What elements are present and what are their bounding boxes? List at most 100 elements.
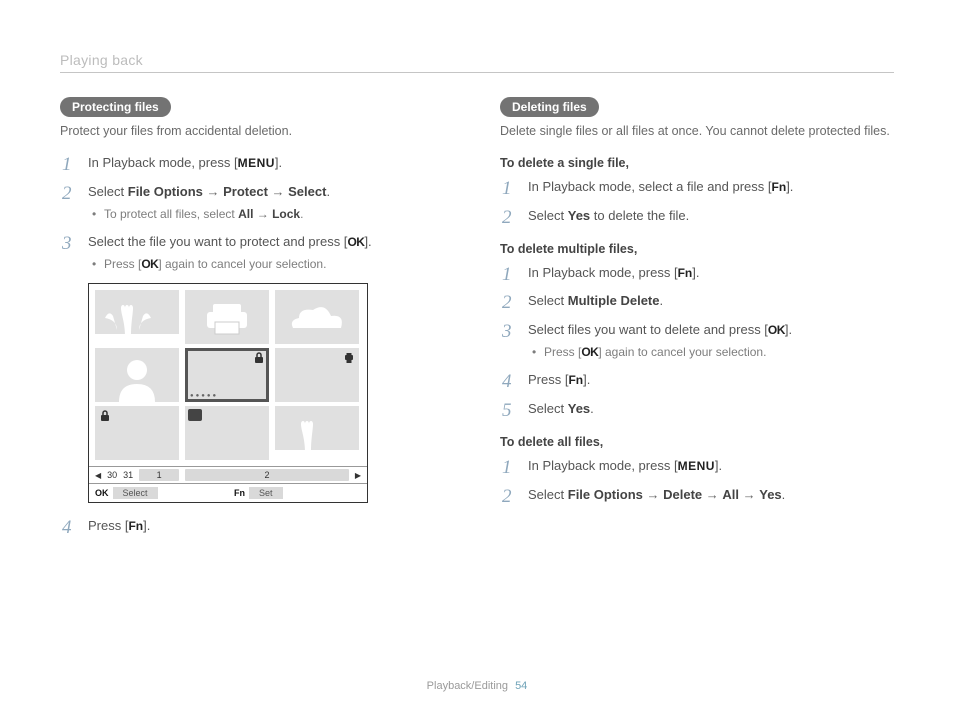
subheading-multiple: To delete multiple files,	[500, 242, 894, 256]
fn-key: Fn	[234, 488, 245, 498]
text: Select the file you want to protect and …	[88, 234, 347, 249]
text: Press [	[528, 372, 568, 387]
menu-key: MENU	[678, 459, 715, 473]
footer-section: Playback/Editing	[427, 680, 508, 692]
bold: All	[238, 207, 253, 221]
thumbnail	[95, 406, 179, 460]
text: ].	[786, 179, 793, 194]
bold: File Options	[568, 487, 643, 502]
step-number: 1	[62, 151, 72, 179]
text: ].	[692, 265, 699, 280]
text: ] again to cancel your selection.	[158, 257, 326, 271]
text: Press [	[88, 518, 128, 533]
portrait-icon	[95, 348, 179, 402]
step-4: 4 Press [Fn].	[500, 371, 894, 390]
step-2: 2 Select Multiple Delete.	[500, 292, 894, 311]
step-3: 3 Select the file you want to protect an…	[60, 233, 454, 273]
arrow: →	[253, 207, 272, 221]
bold: Protect	[223, 184, 268, 199]
step-number: 1	[502, 175, 512, 203]
ok-key: OK	[768, 323, 785, 337]
dots-icon: ●●●●●	[190, 393, 218, 399]
text: to delete the file.	[590, 208, 689, 223]
bold: Lock	[272, 207, 300, 221]
left-column: Protecting files Protect your files from…	[60, 97, 454, 546]
step-2: 2 Select File Options → Protect → Select…	[60, 183, 454, 223]
arrow: →	[268, 184, 288, 199]
section-pill-deleting: Deleting files	[500, 97, 599, 117]
step-2: 2 Select File Options → Delete → All → Y…	[500, 486, 894, 505]
step-1: 1 In Playback mode, press [MENU].	[60, 154, 454, 173]
sub-item: Press [OK] again to cancel your selectio…	[90, 256, 454, 273]
text: ].	[275, 155, 282, 170]
two-columns: Protecting files Protect your files from…	[60, 97, 894, 546]
label: Select	[113, 487, 158, 499]
arrow: →	[739, 487, 759, 502]
step-number: 3	[62, 230, 72, 258]
subheading-single: To delete a single file,	[500, 156, 894, 170]
bold: File Options	[128, 184, 203, 199]
bar-set: Fn Set	[228, 484, 367, 502]
text: To protect all files, select	[104, 207, 238, 221]
step-number: 5	[502, 397, 512, 425]
section-pill-protecting: Protecting files	[60, 97, 171, 117]
thumbnail	[185, 290, 269, 344]
bold: All	[722, 487, 739, 502]
fn-key: Fn	[128, 519, 143, 533]
next-icon: ▶	[355, 471, 361, 480]
step-number: 2	[62, 180, 72, 208]
step-number: 1	[502, 261, 512, 289]
text: Select	[528, 208, 568, 223]
text: Press [	[544, 345, 581, 359]
step-number: 2	[502, 289, 512, 317]
lock-icon	[253, 352, 265, 364]
text: ].	[364, 234, 371, 249]
intro-text: Protect your files from accidental delet…	[60, 123, 454, 140]
text: In Playback mode, press [	[528, 265, 678, 280]
fn-key: Fn	[568, 373, 583, 387]
steps-multiple: 1 In Playback mode, press [Fn]. 2 Select…	[500, 264, 894, 420]
step-number: 2	[502, 204, 512, 232]
palm-icon	[95, 290, 179, 344]
step-number: 4	[62, 514, 72, 542]
printer-icon	[343, 352, 355, 364]
label: Set	[249, 487, 283, 499]
date: 2	[185, 469, 349, 481]
step-number: 1	[502, 454, 512, 482]
bold: Delete	[663, 487, 702, 502]
thumbnail-screen: ●●●●●	[88, 283, 368, 503]
bold: Select	[288, 184, 326, 199]
step-number: 4	[502, 368, 512, 396]
thumbnail	[95, 290, 179, 344]
ok-key: OK	[95, 488, 109, 498]
page-header: Playing back	[60, 52, 894, 73]
fn-key: Fn	[772, 180, 787, 194]
thumbnail	[275, 406, 359, 460]
text: Select files you want to delete and pres…	[528, 322, 768, 337]
bold: Yes	[568, 401, 590, 416]
date: 31	[123, 470, 133, 480]
text: Select	[528, 487, 568, 502]
intro-text: Delete single files or all files at once…	[500, 123, 894, 140]
step-4: 4 Press [Fn].	[60, 517, 454, 536]
cloud-icon	[275, 290, 359, 344]
thumbnail-selected: ●●●●●	[185, 348, 269, 402]
date-current: 1	[139, 469, 179, 481]
text: ].	[583, 372, 590, 387]
fn-key: Fn	[678, 266, 693, 280]
thumbnail	[95, 348, 179, 402]
arrow: →	[203, 184, 223, 199]
thumbnail	[275, 348, 359, 402]
step-1: 1 In Playback mode, select a file and pr…	[500, 178, 894, 197]
step-1: 1 In Playback mode, press [Fn].	[500, 264, 894, 283]
bold: Yes	[568, 208, 590, 223]
sub-list: Press [OK] again to cancel your selectio…	[88, 256, 454, 273]
step-2: 2 Select Yes to delete the file.	[500, 207, 894, 226]
text: Select	[528, 293, 568, 308]
sub-list: To protect all files, select All → Lock.	[88, 206, 454, 223]
text: In Playback mode, press [	[88, 155, 238, 170]
lock-icon	[99, 410, 111, 422]
sub-item: To protect all files, select All → Lock.	[90, 206, 454, 223]
date: 30	[107, 470, 117, 480]
video-badge-icon	[188, 409, 202, 421]
